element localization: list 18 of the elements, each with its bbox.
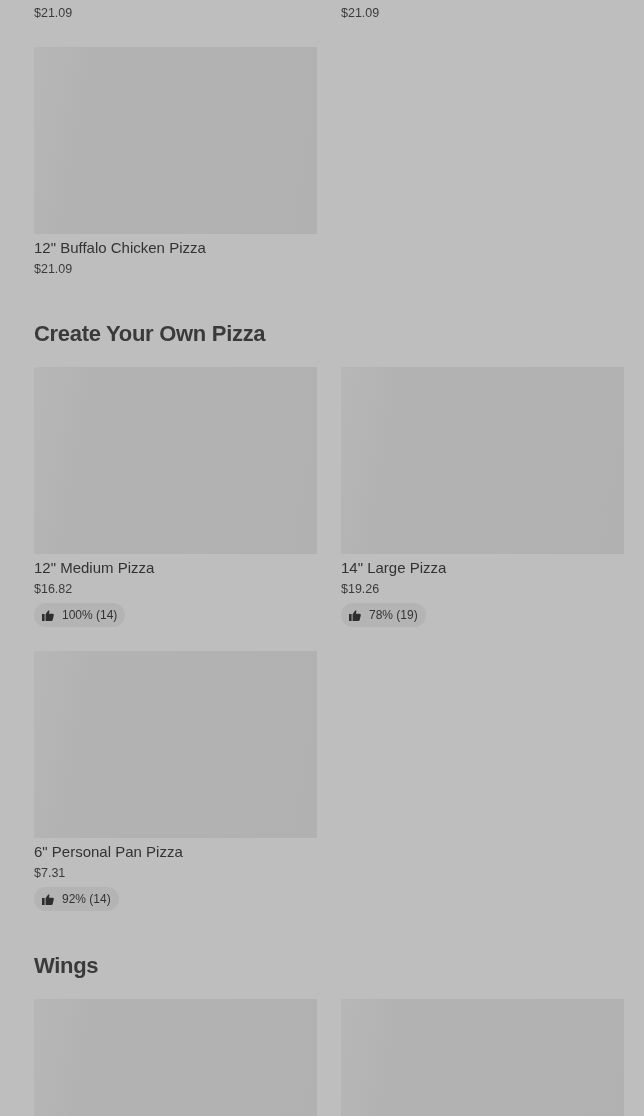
thumbs-up-icon [349,609,361,621]
rating-text: 100% (14) [62,608,118,622]
item-price: $7.31 [34,865,66,882]
item-title[interactable]: 12" Buffalo Chicken Pizza [34,237,206,259]
thumbs-up-icon [42,893,54,905]
item-price: $19.26 [341,581,380,598]
item-price: $21.09 [341,5,380,22]
thumbs-up-icon [42,609,54,621]
rating-text: 78% (19) [369,608,418,622]
item-price: $16.82 [34,581,73,598]
rating-text: 92% (14) [62,892,111,906]
section-heading: Create Your Own Pizza [34,320,267,348]
item-title[interactable]: 6" Personal Pan Pizza [34,841,183,863]
section-heading: Wings [34,952,100,980]
item-title[interactable]: 14" Large Pizza [341,557,447,579]
item-price: $21.09 [34,5,73,22]
item-title[interactable]: 12" Medium Pizza [34,557,155,579]
item-price: $21.09 [34,261,73,278]
